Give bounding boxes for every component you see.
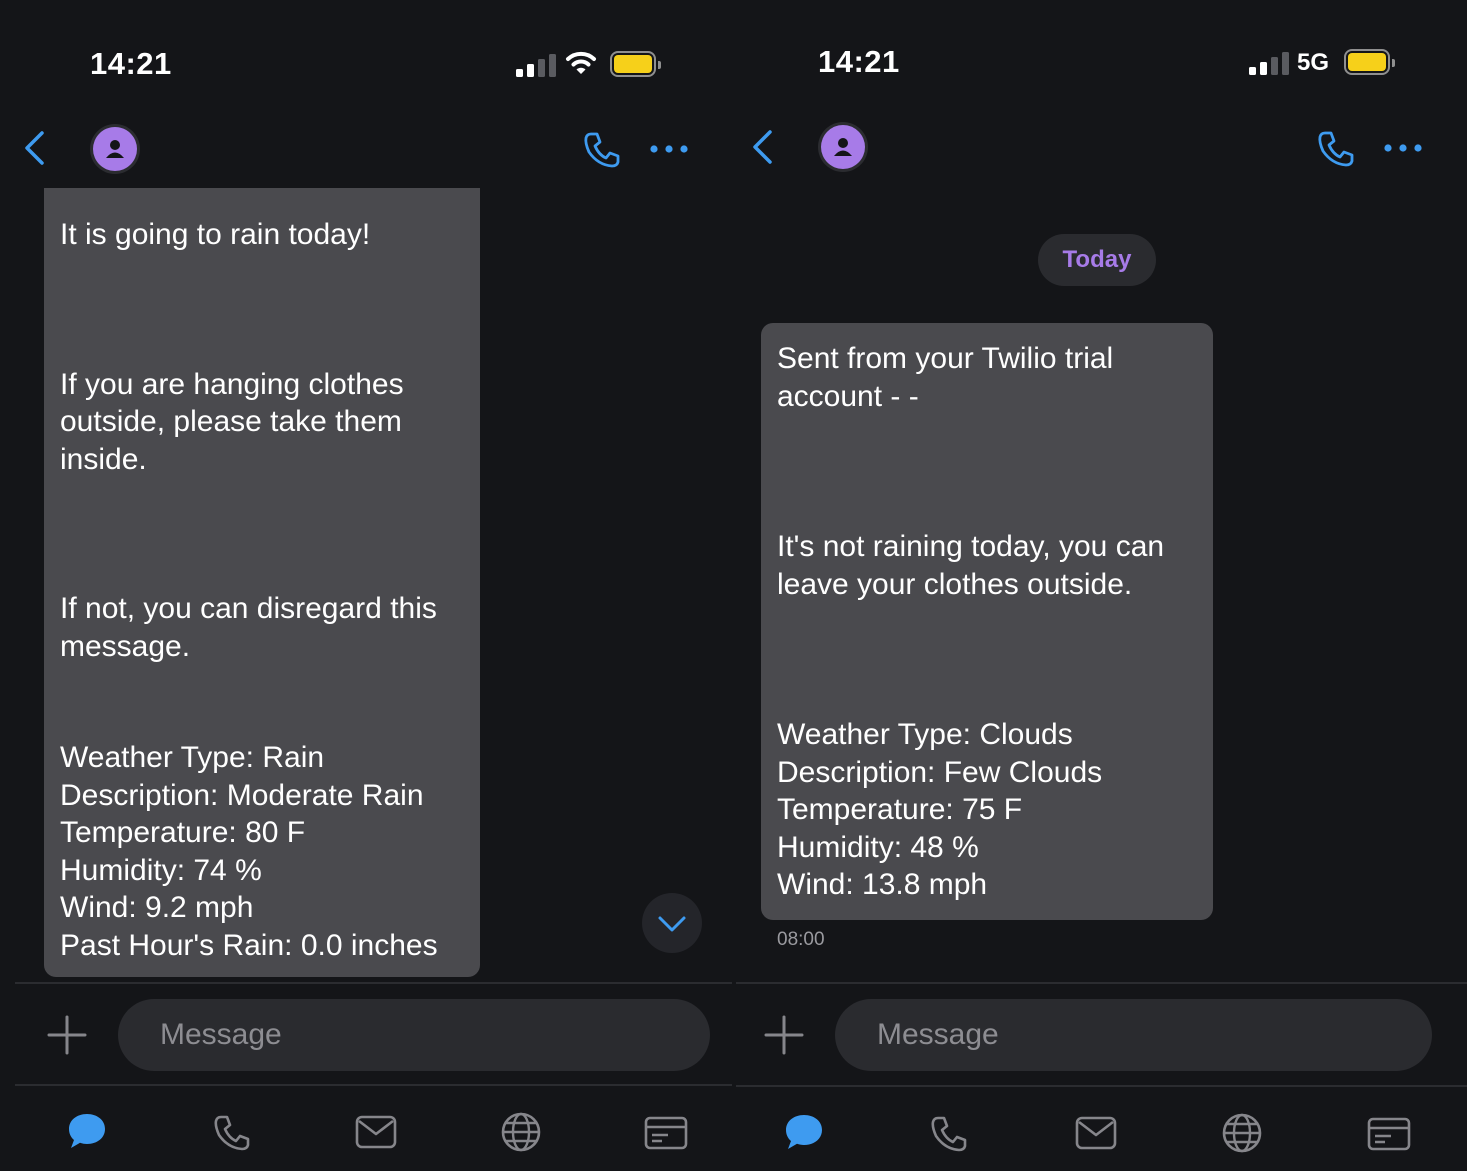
phone-icon[interactable]	[929, 1114, 969, 1154]
tabbar-divider	[736, 1085, 1467, 1087]
status-time: 14:21	[818, 44, 900, 79]
received-message-bubble: Sent from your Twilio trial account - - …	[761, 323, 1213, 920]
globe-icon[interactable]	[1221, 1112, 1263, 1154]
phone-screen-right: 14:21 5G Today Sent from your Twilio tri…	[736, 0, 1467, 1171]
message-paragraph: Sent from your Twilio trial account - -	[777, 342, 1114, 413]
contact-avatar[interactable]	[93, 127, 137, 171]
person-icon	[834, 138, 852, 156]
status-time: 14:21	[90, 46, 172, 81]
cellular-signal-icon	[516, 54, 556, 77]
message-paragraph: If not, you can disregard this message.	[60, 592, 437, 663]
composer-divider	[736, 982, 1467, 984]
messages-icon[interactable]	[66, 1110, 108, 1152]
network-type: 5G	[1297, 49, 1330, 76]
phone-screen-left: 14:21 It is going to rain today! If you …	[0, 0, 732, 1171]
message-paragraph: It's not raining today, you can leave yo…	[777, 530, 1165, 601]
message-paragraph: Weather Type: Rain Description: Moderate…	[60, 741, 438, 962]
phone-call-icon[interactable]	[1316, 129, 1356, 169]
more-options-icon[interactable]	[648, 140, 690, 158]
message-paragraph: Weather Type: Clouds Description: Few Cl…	[777, 718, 1103, 901]
back-chevron-icon[interactable]	[22, 130, 46, 166]
scroll-to-bottom-button[interactable]	[642, 893, 702, 953]
message-input[interactable]: Message	[835, 999, 1432, 1071]
message-input[interactable]: Message	[118, 999, 710, 1071]
back-chevron-icon[interactable]	[750, 129, 774, 165]
card-icon[interactable]	[644, 1116, 688, 1150]
chevron-down-icon	[658, 916, 686, 932]
mail-icon[interactable]	[355, 1114, 397, 1150]
more-options-icon[interactable]	[1382, 139, 1424, 157]
phone-call-icon[interactable]	[582, 130, 622, 170]
mail-icon[interactable]	[1075, 1115, 1117, 1151]
message-paragraph: It is going to rain today!	[60, 218, 371, 251]
plus-icon[interactable]	[46, 1014, 88, 1056]
messages-icon[interactable]	[783, 1111, 825, 1153]
card-icon[interactable]	[1367, 1117, 1411, 1151]
plus-icon[interactable]	[763, 1014, 805, 1056]
cellular-signal-icon	[1249, 52, 1289, 75]
wifi-icon	[566, 51, 596, 74]
tabbar-divider	[15, 1084, 732, 1086]
date-separator: Today	[1038, 234, 1156, 286]
battery-icon	[610, 51, 661, 77]
message-timestamp: 08:00	[777, 929, 825, 950]
phone-icon[interactable]	[212, 1113, 252, 1153]
person-icon	[106, 140, 124, 158]
contact-avatar[interactable]	[821, 125, 865, 169]
battery-icon	[1344, 49, 1395, 75]
globe-icon[interactable]	[500, 1111, 542, 1153]
received-message-bubble: It is going to rain today! If you are ha…	[44, 188, 480, 977]
composer-divider	[15, 982, 732, 984]
message-paragraph: If you are hanging clothes outside, plea…	[60, 367, 404, 476]
